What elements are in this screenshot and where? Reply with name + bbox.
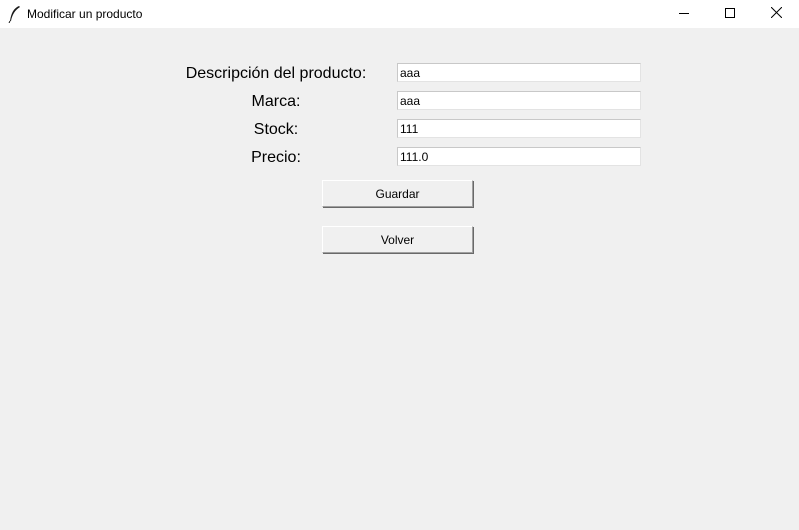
minimize-button[interactable] — [661, 0, 707, 28]
close-button[interactable] — [753, 0, 799, 28]
precio-label: Precio: — [251, 149, 301, 166]
guardar-button[interactable]: Guardar — [322, 180, 473, 207]
precio-input[interactable] — [397, 147, 641, 166]
descripcion-input[interactable] — [397, 63, 641, 82]
feather-icon — [8, 5, 22, 24]
minimize-icon — [679, 5, 689, 23]
marca-input[interactable] — [397, 91, 641, 110]
close-icon — [770, 5, 782, 23]
maximize-button[interactable] — [707, 0, 753, 28]
maximize-icon — [725, 5, 735, 23]
title-bar[interactable]: Modificar un producto — [0, 0, 799, 28]
volver-button[interactable]: Volver — [322, 226, 473, 253]
stock-input[interactable] — [397, 119, 641, 138]
window-title: Modificar un producto — [27, 7, 143, 21]
descripcion-label: Descripción del producto: — [185, 65, 367, 82]
marca-label: Marca: — [251, 93, 301, 110]
stock-label: Stock: — [253, 121, 299, 138]
